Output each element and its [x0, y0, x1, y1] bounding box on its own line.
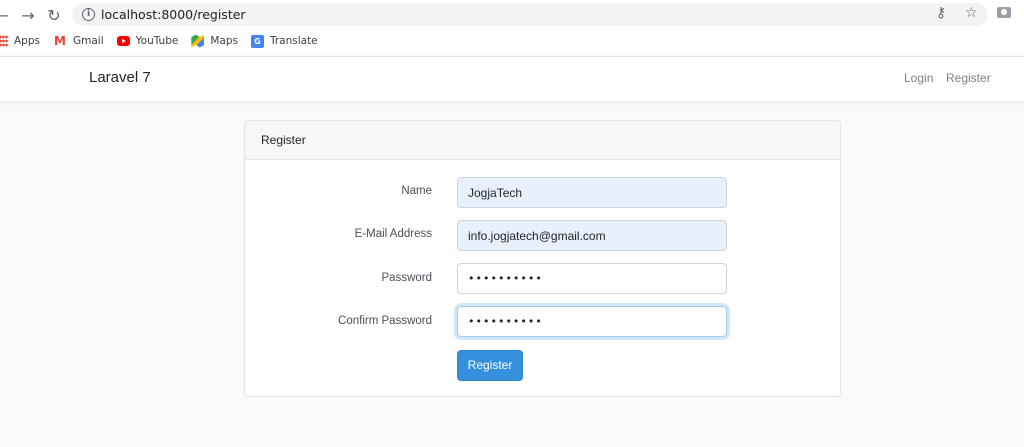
password-input[interactable]: ••••••••••: [457, 263, 727, 294]
name-label: Name: [401, 185, 432, 197]
card-header: Register: [245, 121, 840, 160]
navbar-brand[interactable]: Laravel 7: [89, 69, 151, 86]
email-label: E-Mail Address: [354, 228, 432, 240]
bookmark-gmail[interactable]: M Gmail: [53, 33, 104, 48]
forward-arrow-icon[interactable]: →: [18, 5, 38, 25]
register-card: Register Name JogjaTech E-Mail Address i…: [244, 120, 841, 397]
bookmark-maps[interactable]: Maps: [191, 34, 238, 48]
password-label: Password: [381, 272, 433, 284]
bookmark-label: Apps: [14, 35, 40, 47]
key-icon[interactable]: ⚷: [936, 5, 946, 21]
bookmarks-bar: Apps M Gmail YouTube Maps G Translate: [0, 31, 331, 51]
app-navbar: Laravel 7 Login Register: [0, 56, 1024, 101]
bookmark-star-icon[interactable]: ☆: [965, 5, 978, 21]
reload-icon[interactable]: ↻: [44, 5, 64, 25]
address-bar[interactable]: i localhost:8000/register ⚷ ☆: [72, 3, 988, 26]
bookmark-translate[interactable]: G Translate: [250, 34, 318, 48]
gmail-icon: M: [54, 33, 66, 48]
site-info-icon[interactable]: i: [82, 8, 95, 21]
camera-icon[interactable]: [997, 7, 1011, 18]
back-arrow-icon[interactable]: ←: [0, 5, 12, 25]
name-input[interactable]: JogjaTech: [457, 177, 727, 208]
card-title: Register: [261, 133, 306, 147]
maps-icon: [191, 34, 205, 48]
confirm-password-input[interactable]: ••••••••••: [457, 306, 727, 337]
bookmark-apps[interactable]: Apps: [0, 35, 40, 47]
nav-link-register[interactable]: Register: [946, 71, 991, 85]
nav-link-login[interactable]: Login: [904, 71, 933, 85]
bookmark-label: Maps: [210, 35, 238, 47]
browser-toolbar: ← → ↻ i localhost:8000/register ⚷ ☆: [0, 0, 1024, 30]
confirm-password-label: Confirm Password: [338, 315, 432, 327]
apps-grid-icon: [0, 35, 8, 47]
bookmark-youtube[interactable]: YouTube: [116, 35, 179, 47]
youtube-icon: [116, 36, 130, 46]
email-input[interactable]: info.jogjatech@gmail.com: [457, 220, 727, 251]
browser-chrome: ← → ↻ i localhost:8000/register ⚷ ☆ Apps…: [0, 0, 1024, 55]
bookmark-label: Gmail: [72, 35, 104, 47]
url-text[interactable]: localhost:8000/register: [101, 7, 246, 22]
bookmark-label: YouTube: [135, 35, 179, 47]
translate-icon: G: [250, 34, 264, 48]
bookmark-label: Translate: [269, 35, 318, 47]
register-submit-button[interactable]: Register: [457, 350, 523, 381]
